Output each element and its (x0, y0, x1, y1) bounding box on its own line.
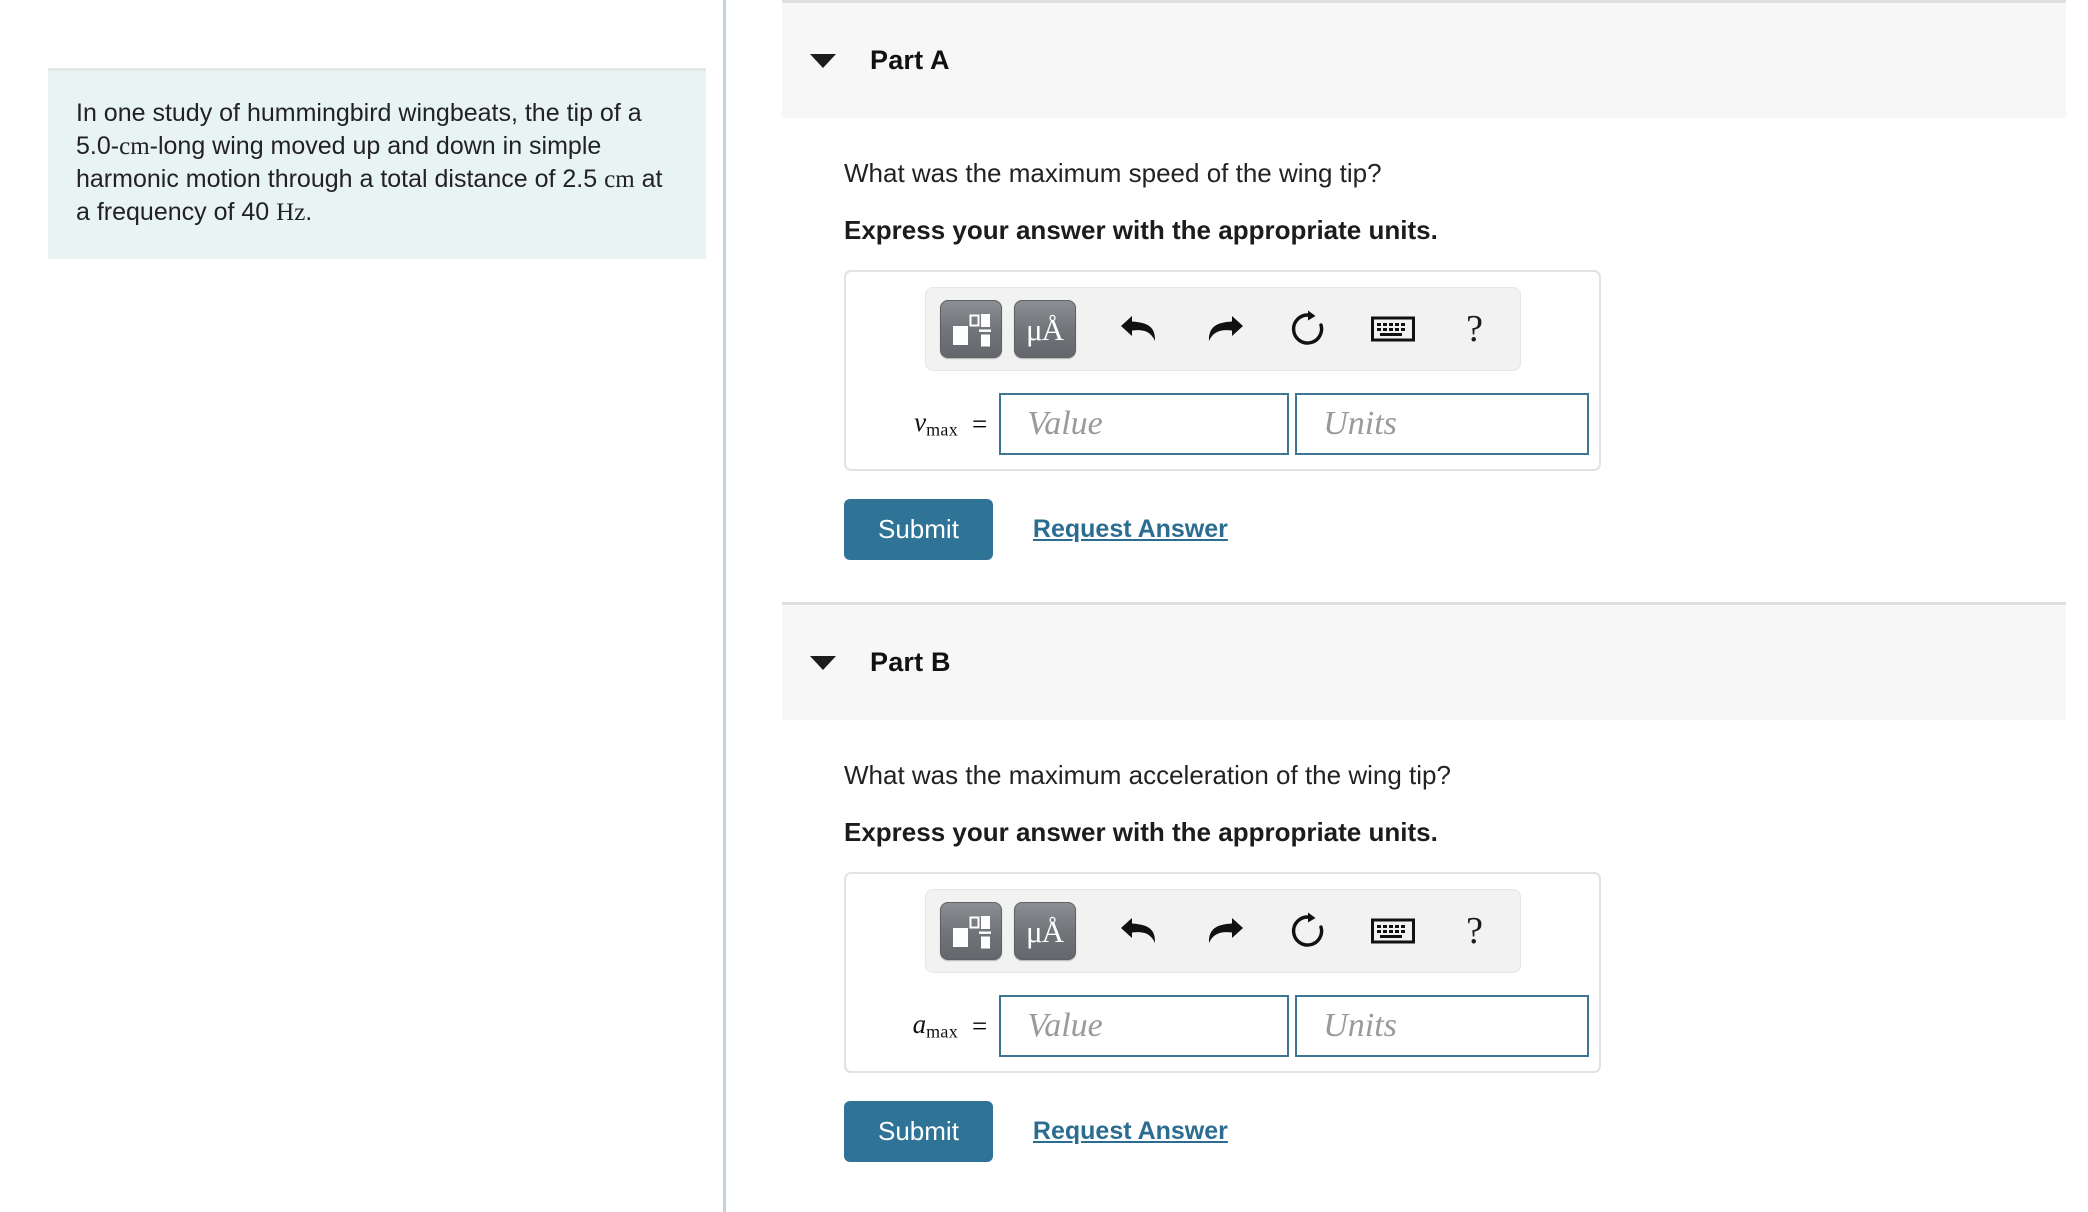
units-input-a[interactable]: Units (1295, 393, 1590, 455)
help-question-icon-a[interactable]: ? (1450, 307, 1500, 351)
redo-arrow-icon-b[interactable] (1194, 912, 1254, 950)
request-answer-link-a[interactable]: Request Answer (1033, 515, 1228, 544)
answer-pane: Part A What was the maximum speed of the… (726, 0, 2088, 1212)
question-text-a: What was the maximum speed of the wing t… (844, 158, 1382, 188)
variable-label-a: vmax (868, 407, 958, 441)
answer-entry-row-b: amax = Value Units (846, 995, 1599, 1057)
chevron-down-icon-part-a[interactable] (810, 53, 836, 68)
math-toolbar-a: μÅ ? (924, 287, 1521, 371)
units-mu-angstrom-icon-a[interactable]: μÅ (1013, 300, 1076, 358)
part-title-a: Part A (870, 45, 950, 75)
chevron-down-icon-part-b[interactable] (810, 655, 836, 670)
units-button-label-a: μÅ (1025, 311, 1064, 347)
variable-label-b: amax (868, 1009, 958, 1043)
units-mu-angstrom-icon-b[interactable]: μÅ (1013, 902, 1076, 960)
reset-circular-arrow-icon-b[interactable] (1278, 911, 1338, 951)
variable-subscript-a: max (926, 419, 958, 440)
request-answer-link-b[interactable]: Request Answer (1033, 1117, 1228, 1146)
math-toolbar-b: μÅ ? (924, 889, 1521, 973)
problem-text-segment-2: -long wing moved up and down in simple h… (76, 132, 605, 193)
variable-subscript-b: max (926, 1021, 958, 1042)
part-body-b: What was the maximum acceleration of the… (726, 720, 2088, 1162)
units-button-label-b: μÅ (1025, 913, 1064, 949)
help-button-label-a: ? (1466, 308, 1483, 350)
part-header-b[interactable]: Part B (782, 602, 2066, 720)
unit-cm-1: cm (119, 133, 150, 160)
math-template-icon-b[interactable] (939, 902, 1002, 960)
express-units-note-b: Express your answer with the appropriate… (844, 817, 1438, 847)
keyboard-icon-b[interactable] (1362, 916, 1424, 946)
unit-hz: Hz (276, 199, 306, 226)
help-question-icon-b[interactable]: ? (1450, 909, 1500, 953)
reset-circular-arrow-icon-a[interactable] (1278, 309, 1338, 349)
equals-sign-a: = (972, 408, 988, 439)
problem-text-segment-4: . (305, 198, 313, 226)
undo-arrow-icon-b[interactable] (1110, 912, 1170, 950)
part-title-b: Part B (870, 647, 951, 677)
submit-button-b[interactable]: Submit (844, 1101, 993, 1162)
question-text-b: What was the maximum acceleration of the… (844, 760, 1451, 790)
keyboard-icon-a[interactable] (1362, 314, 1424, 344)
unit-cm-2: cm (604, 166, 635, 193)
problem-statement-text: In one study of hummingbird wingbeats, t… (76, 97, 678, 229)
units-input-b[interactable]: Units (1295, 995, 1590, 1057)
actions-row-a: Submit Request Answer (844, 499, 2088, 560)
undo-arrow-icon-a[interactable] (1110, 310, 1170, 348)
equals-sign-b: = (972, 1010, 988, 1041)
help-button-label-b: ? (1466, 910, 1483, 952)
actions-row-b: Submit Request Answer (844, 1101, 2088, 1162)
answer-entry-box-b: μÅ ? amax = Value Units (844, 872, 1601, 1073)
value-input-b[interactable]: Value (999, 995, 1290, 1057)
variable-symbol-a: v (914, 407, 927, 438)
express-units-note-a: Express your answer with the appropriate… (844, 215, 1438, 245)
problem-statement-card: In one study of hummingbird wingbeats, t… (48, 68, 706, 259)
math-template-icon-a[interactable] (939, 300, 1002, 358)
problem-pane: In one study of hummingbird wingbeats, t… (0, 0, 726, 1212)
answer-entry-row-a: vmax = Value Units (846, 393, 1599, 455)
answer-entry-box-a: μÅ ? vmax = Value Units (844, 270, 1601, 471)
redo-arrow-icon-a[interactable] (1194, 310, 1254, 348)
part-body-a: What was the maximum speed of the wing t… (726, 118, 2088, 560)
value-input-a[interactable]: Value (999, 393, 1290, 455)
page-root: In one study of hummingbird wingbeats, t… (0, 0, 2088, 1212)
part-header-a[interactable]: Part A (782, 0, 2066, 118)
variable-symbol-b: a (912, 1009, 927, 1040)
submit-button-a[interactable]: Submit (844, 499, 993, 560)
